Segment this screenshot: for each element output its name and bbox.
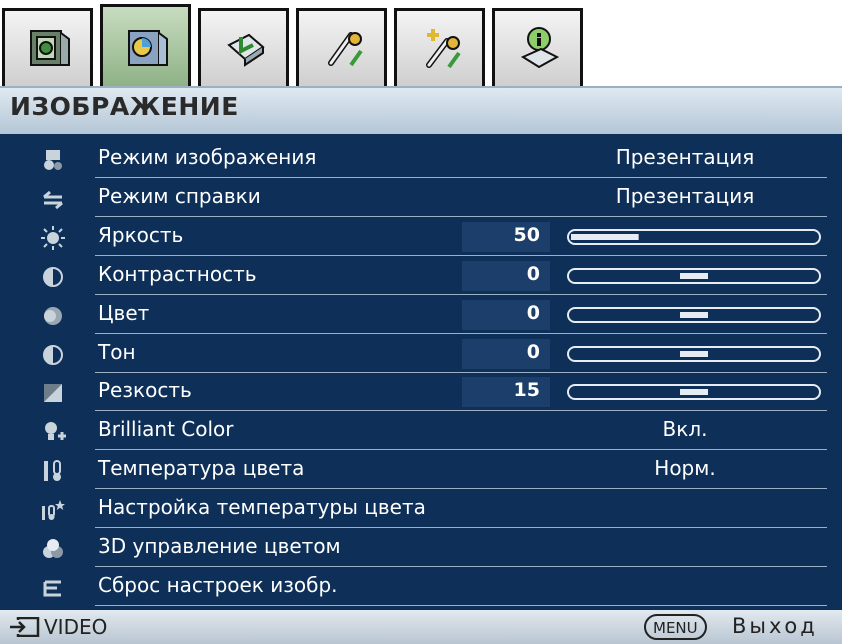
row-divider	[95, 332, 827, 334]
menu-item-label: Режим справки	[98, 183, 261, 208]
picture-mode-icon	[44, 150, 62, 170]
menu-item-number: 0	[526, 301, 540, 324]
menu-tab-bar	[0, 0, 842, 86]
row-divider	[95, 566, 827, 567]
menu-item-value: Презентация	[615, 183, 755, 208]
row-divider	[95, 527, 827, 529]
menu-item[interactable]: Контрастность 0	[0, 257, 842, 297]
information-icon	[520, 27, 560, 69]
value-box: 0	[462, 299, 550, 330]
brightness-icon	[41, 225, 65, 250]
value-box: 15	[462, 377, 550, 408]
color-icon	[44, 306, 62, 325]
menu-tab-2[interactable]	[100, 4, 191, 86]
menu-item[interactable]: Brilliant Color Вкл.	[0, 412, 842, 452]
slider-knob	[680, 389, 708, 396]
menu-item-number: 0	[526, 340, 540, 363]
menu-item-value: Вкл.	[662, 417, 708, 442]
menu-tab-6[interactable]	[492, 8, 583, 86]
picture-advanced-icon	[128, 30, 168, 66]
menu-item-label: Режим изображения	[98, 145, 317, 169]
row-divider	[95, 604, 827, 606]
footer-bar: VIDEO MENU Выход	[0, 610, 842, 644]
value-box: 50	[462, 221, 550, 252]
color-temperature-icon	[44, 460, 61, 482]
menu-key-badge[interactable]: MENU	[644, 614, 707, 640]
menu-item-label: Сброс настроек изобр.	[98, 572, 338, 597]
input-source-icon	[10, 617, 40, 637]
menu-item-number: 15	[513, 379, 540, 402]
brilliant-color-icon	[45, 422, 66, 441]
projector-osd-menu: ИЗОБРАЖЕНИЕ Режим изображения Презентация…	[0, 0, 842, 644]
menu-item-label: Температура цвета	[98, 456, 305, 481]
menu-item-label: Яркость	[98, 222, 184, 247]
menu-item[interactable]: Температура цвета Норм.	[0, 451, 842, 491]
slider-fill	[571, 233, 639, 240]
menu-item-label: Контрастность	[98, 261, 257, 286]
slider-knob	[680, 311, 708, 318]
row-divider	[95, 177, 827, 178]
value-slider[interactable]	[567, 345, 821, 362]
color-temperature-tuning-icon	[42, 500, 65, 521]
menu-tab-4[interactable]	[296, 8, 387, 86]
menu-item-label: Резкость	[98, 378, 192, 403]
menu-item-label: Brilliant Color	[98, 417, 234, 442]
row-divider	[95, 215, 827, 217]
menu-item-number: 50	[513, 223, 540, 246]
value-box: 0	[462, 338, 550, 369]
row-divider	[95, 488, 827, 490]
row-divider	[95, 254, 827, 256]
reference-mode-icon	[43, 190, 63, 210]
menu-item-value: Норм.	[654, 456, 716, 481]
menu-tab-5[interactable]	[394, 8, 485, 86]
menu-item[interactable]: Яркость 50	[0, 218, 842, 258]
exit-label[interactable]: Выход	[732, 614, 818, 638]
menu-title-bar: ИЗОБРАЖЕНИЕ	[0, 86, 842, 134]
picture-settings-icon	[30, 30, 70, 66]
page-title: ИЗОБРАЖЕНИЕ	[10, 92, 239, 121]
value-slider[interactable]	[567, 267, 821, 284]
value-box: 0	[462, 260, 550, 291]
picture-reset-icon	[43, 580, 61, 597]
value-slider[interactable]	[567, 306, 821, 323]
display-icon	[227, 33, 265, 67]
menu-item-label: Цвет	[98, 300, 150, 325]
menu-item-label: 3D управление цветом	[98, 534, 341, 558]
menu-item[interactable]: Цвет 0	[0, 296, 842, 336]
menu-item-label: Тон	[98, 339, 136, 364]
value-slider[interactable]	[567, 228, 821, 245]
menu-tab-3[interactable]	[198, 8, 289, 86]
menu-item[interactable]: Настройка температуры цвета	[0, 490, 842, 530]
value-slider[interactable]	[567, 384, 821, 401]
row-divider	[95, 410, 827, 412]
menu-tab-1[interactable]	[2, 8, 93, 86]
menu-item[interactable]: Режим изображения Презентация	[0, 140, 842, 180]
sharpness-icon	[44, 384, 62, 403]
menu-item-value: Презентация	[615, 145, 755, 169]
menu-item[interactable]: Резкость 15	[0, 373, 842, 413]
menu-item[interactable]: Сброс настроек изобр.	[0, 568, 842, 608]
row-divider	[95, 449, 827, 451]
input-source-label: VIDEO	[44, 615, 108, 639]
slider-knob	[680, 272, 708, 279]
menu-item[interactable]: Режим справки Презентация	[0, 179, 842, 219]
contrast-icon	[43, 266, 63, 287]
tint-icon	[43, 344, 63, 365]
menu-items-panel: Режим изображения Презентация Режим справк…	[0, 134, 842, 610]
menu-item[interactable]: 3D управление цветом	[0, 529, 842, 569]
menu-item-number: 0	[526, 262, 540, 285]
3d-color-management-icon	[43, 539, 63, 558]
slider-knob	[680, 350, 708, 357]
menu-item[interactable]: Тон 0	[0, 335, 842, 375]
row-divider	[95, 293, 827, 295]
system-basic-icon	[328, 32, 363, 67]
system-advanced-icon	[426, 29, 461, 69]
menu-item-label: Настройка температуры цвета	[98, 495, 426, 520]
row-divider	[95, 371, 827, 373]
